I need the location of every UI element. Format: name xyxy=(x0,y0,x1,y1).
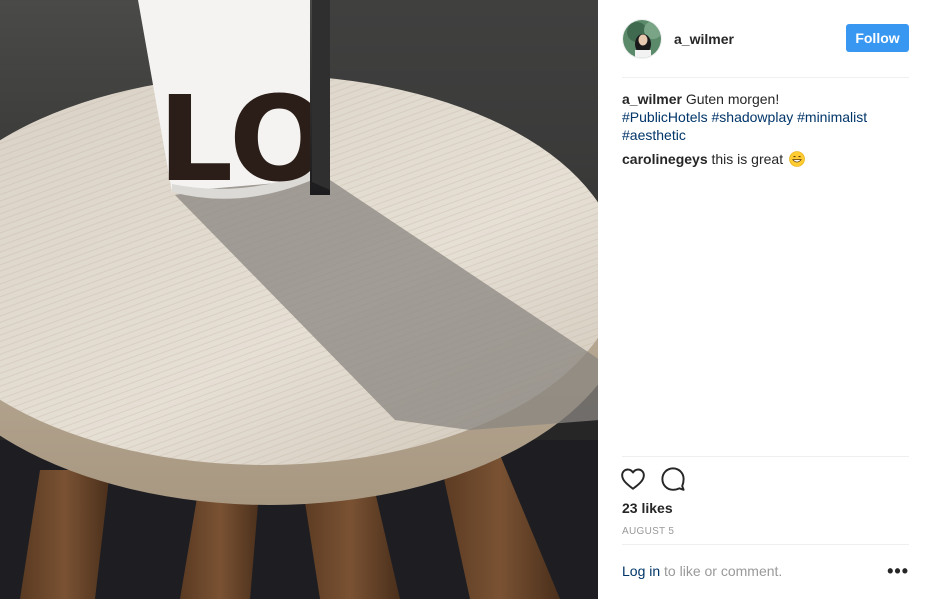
actions-divider xyxy=(622,456,909,457)
login-prompt-text: to like or comment. xyxy=(660,563,783,579)
speech-bubble-icon[interactable] xyxy=(660,466,686,492)
login-link[interactable]: Log in xyxy=(622,563,660,579)
grinning-face-emoji-icon xyxy=(789,151,805,167)
caption-text: Guten morgen! xyxy=(685,91,780,107)
action-bar xyxy=(620,466,700,492)
comment-text: this is great xyxy=(711,151,784,167)
post-date[interactable]: AUGUST 5 xyxy=(622,526,674,537)
comment-item: carolinegeys this is great xyxy=(622,150,909,168)
hashtag-aesthetic[interactable]: #aesthetic xyxy=(622,127,686,143)
hashtag-shadowplay[interactable]: #shadowplay xyxy=(712,109,794,125)
likes-count[interactable]: 23 likes xyxy=(622,500,673,516)
follow-button[interactable]: Follow xyxy=(846,24,909,52)
caption: a_wilmer Guten morgen! #PublicHotels #sh… xyxy=(622,90,909,144)
hashtag-publichotels[interactable]: #PublicHotels xyxy=(622,109,708,125)
post-photo[interactable]: LO xyxy=(0,0,598,599)
post-viewer: LO a_wilmer Follow a_wilmer Guten morgen… xyxy=(0,0,933,599)
header-divider xyxy=(622,77,909,78)
avatar[interactable] xyxy=(622,19,662,59)
footer-divider xyxy=(622,544,909,545)
username-link[interactable]: a_wilmer xyxy=(674,31,734,47)
caption-username[interactable]: a_wilmer xyxy=(622,91,682,107)
login-prompt: Log in to like or comment. ••• xyxy=(622,561,909,582)
hashtag-minimalist[interactable]: #minimalist xyxy=(797,109,867,125)
post-header: a_wilmer Follow xyxy=(622,18,909,60)
comments-section: a_wilmer Guten morgen! #PublicHotels #sh… xyxy=(622,90,909,168)
comment-username[interactable]: carolinegeys xyxy=(622,151,708,167)
heart-outline-icon[interactable] xyxy=(620,466,646,492)
post-sidebar: a_wilmer Follow a_wilmer Guten morgen! #… xyxy=(598,0,933,599)
ellipsis-icon[interactable]: ••• xyxy=(887,561,909,582)
